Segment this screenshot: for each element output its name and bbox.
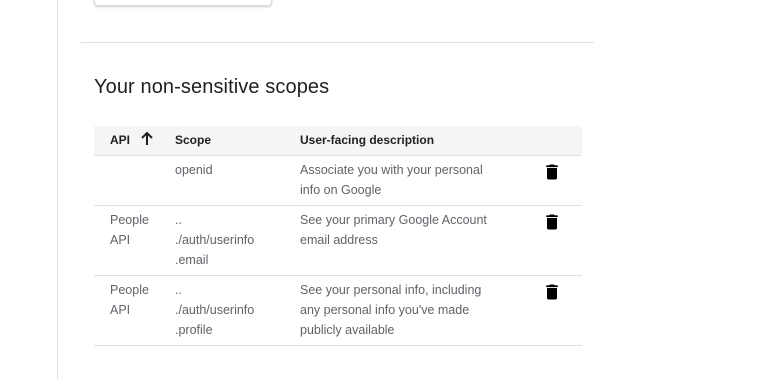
scope-cell: openid [175,155,300,206]
description-text: publicly available [300,322,395,337]
api-header-label: API [110,133,131,148]
scope-text: .. [175,282,182,297]
scope-cell: .. ./auth/userinfo .profile [175,275,300,346]
table-row: People API .. ./auth/userinfo .email See… [94,205,582,276]
trash-icon[interactable] [542,162,562,182]
api-cell: People API [94,205,175,276]
api-text: People [110,212,149,227]
actions-column-header [528,126,582,156]
actions-cell [528,205,582,276]
arrow-up-icon[interactable] [140,131,154,146]
description-text: any personal info you've made [300,302,470,317]
actions-cell [528,155,582,206]
description-header-label: User-facing description [300,133,435,148]
scope-text: ./auth/userinfo [175,302,255,317]
section-title: Your non-sensitive scopes [94,76,330,98]
description-column-header[interactable]: User-facing description [300,126,528,156]
scope-header-label: Scope [175,133,212,148]
description-cell: See your primary Google Account email ad… [300,205,528,276]
scope-text: .. [175,212,182,227]
table-row: openid Associate you with your personal … [94,155,582,206]
previous-card-edge [94,0,272,6]
scope-cell: .. ./auth/userinfo .email [175,205,300,276]
scope-text: ./auth/userinfo [175,232,255,247]
table-row: People API .. ./auth/userinfo .profile S… [94,275,582,346]
description-text: info on Google [300,182,382,197]
scope-text: .profile [175,322,213,337]
description-cell: Associate you with your personal info on… [300,155,528,206]
api-text: People [110,282,149,297]
description-text: See your personal info, including [300,282,482,297]
description-text: email address [300,232,378,247]
api-text: API [110,232,131,247]
api-cell [94,155,175,206]
table-header-row: API Scope User-facing description [94,126,582,156]
trash-icon[interactable] [542,212,562,232]
api-cell: People API [94,275,175,346]
api-column-header[interactable]: API [94,126,175,156]
oauth-consent-page: Your non-sensitive scopes API Scope User… [0,0,761,379]
api-text: API [110,302,131,317]
description-text: See your primary Google Account [300,212,487,227]
scope-text: openid [175,162,213,177]
scope-text: .email [175,252,209,267]
scopes-table: API Scope User-facing description openid… [94,126,582,346]
description-cell: See your personal info, including any pe… [300,275,528,346]
description-text: Associate you with your personal [300,162,483,177]
actions-cell [528,275,582,346]
left-panel-border [57,0,58,379]
scope-column-header[interactable]: Scope [175,126,300,156]
trash-icon[interactable] [542,282,562,302]
section-divider [81,42,594,43]
